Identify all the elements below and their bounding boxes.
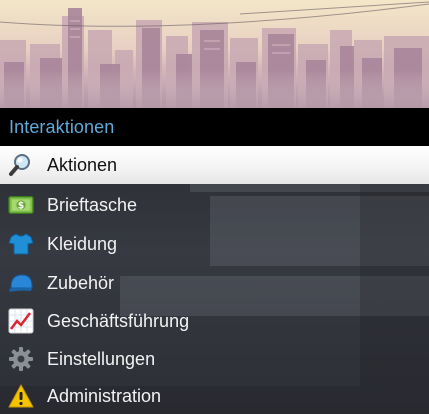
- menu-item-label: Geschäftsführung: [47, 311, 190, 331]
- menu-item-label: Brieftasche: [47, 195, 138, 215]
- menu-title: Interaktionen: [9, 117, 115, 137]
- menu-banner-skyline: [0, 0, 429, 108]
- interaction-menu: Interaktionen Aktionen $ Brieftasche Kle…: [0, 0, 429, 414]
- menu-item-kleidung[interactable]: Kleidung: [0, 225, 429, 263]
- menu-item-label: Aktionen: [47, 155, 118, 175]
- menu-item-label: Zubehör: [47, 273, 115, 293]
- cap-icon: [8, 270, 34, 296]
- menu-item-einstellungen[interactable]: Einstellungen: [0, 340, 429, 378]
- svg-text:$: $: [18, 201, 24, 212]
- menu-item-aktionen[interactable]: Aktionen: [0, 146, 429, 184]
- warning-icon: [8, 383, 34, 409]
- shirt-icon: [8, 231, 34, 257]
- menu-item-label: Kleidung: [47, 234, 118, 254]
- menu-item-zubehoer[interactable]: Zubehör: [0, 264, 429, 302]
- menu-item-geschaeftsfuehrung[interactable]: Geschäftsführung: [0, 302, 429, 340]
- menu-item-administration[interactable]: Administration: [0, 377, 429, 414]
- chart-icon: [8, 308, 34, 334]
- menu-item-label: Administration: [47, 386, 162, 406]
- magnifier-icon: [8, 152, 34, 178]
- gear-icon: [8, 346, 34, 372]
- money-icon: $: [8, 192, 34, 218]
- menu-item-label: Einstellungen: [47, 349, 156, 369]
- menu-item-brieftasche[interactable]: $ Brieftasche: [0, 186, 429, 224]
- menu-header: Interaktionen: [0, 108, 429, 146]
